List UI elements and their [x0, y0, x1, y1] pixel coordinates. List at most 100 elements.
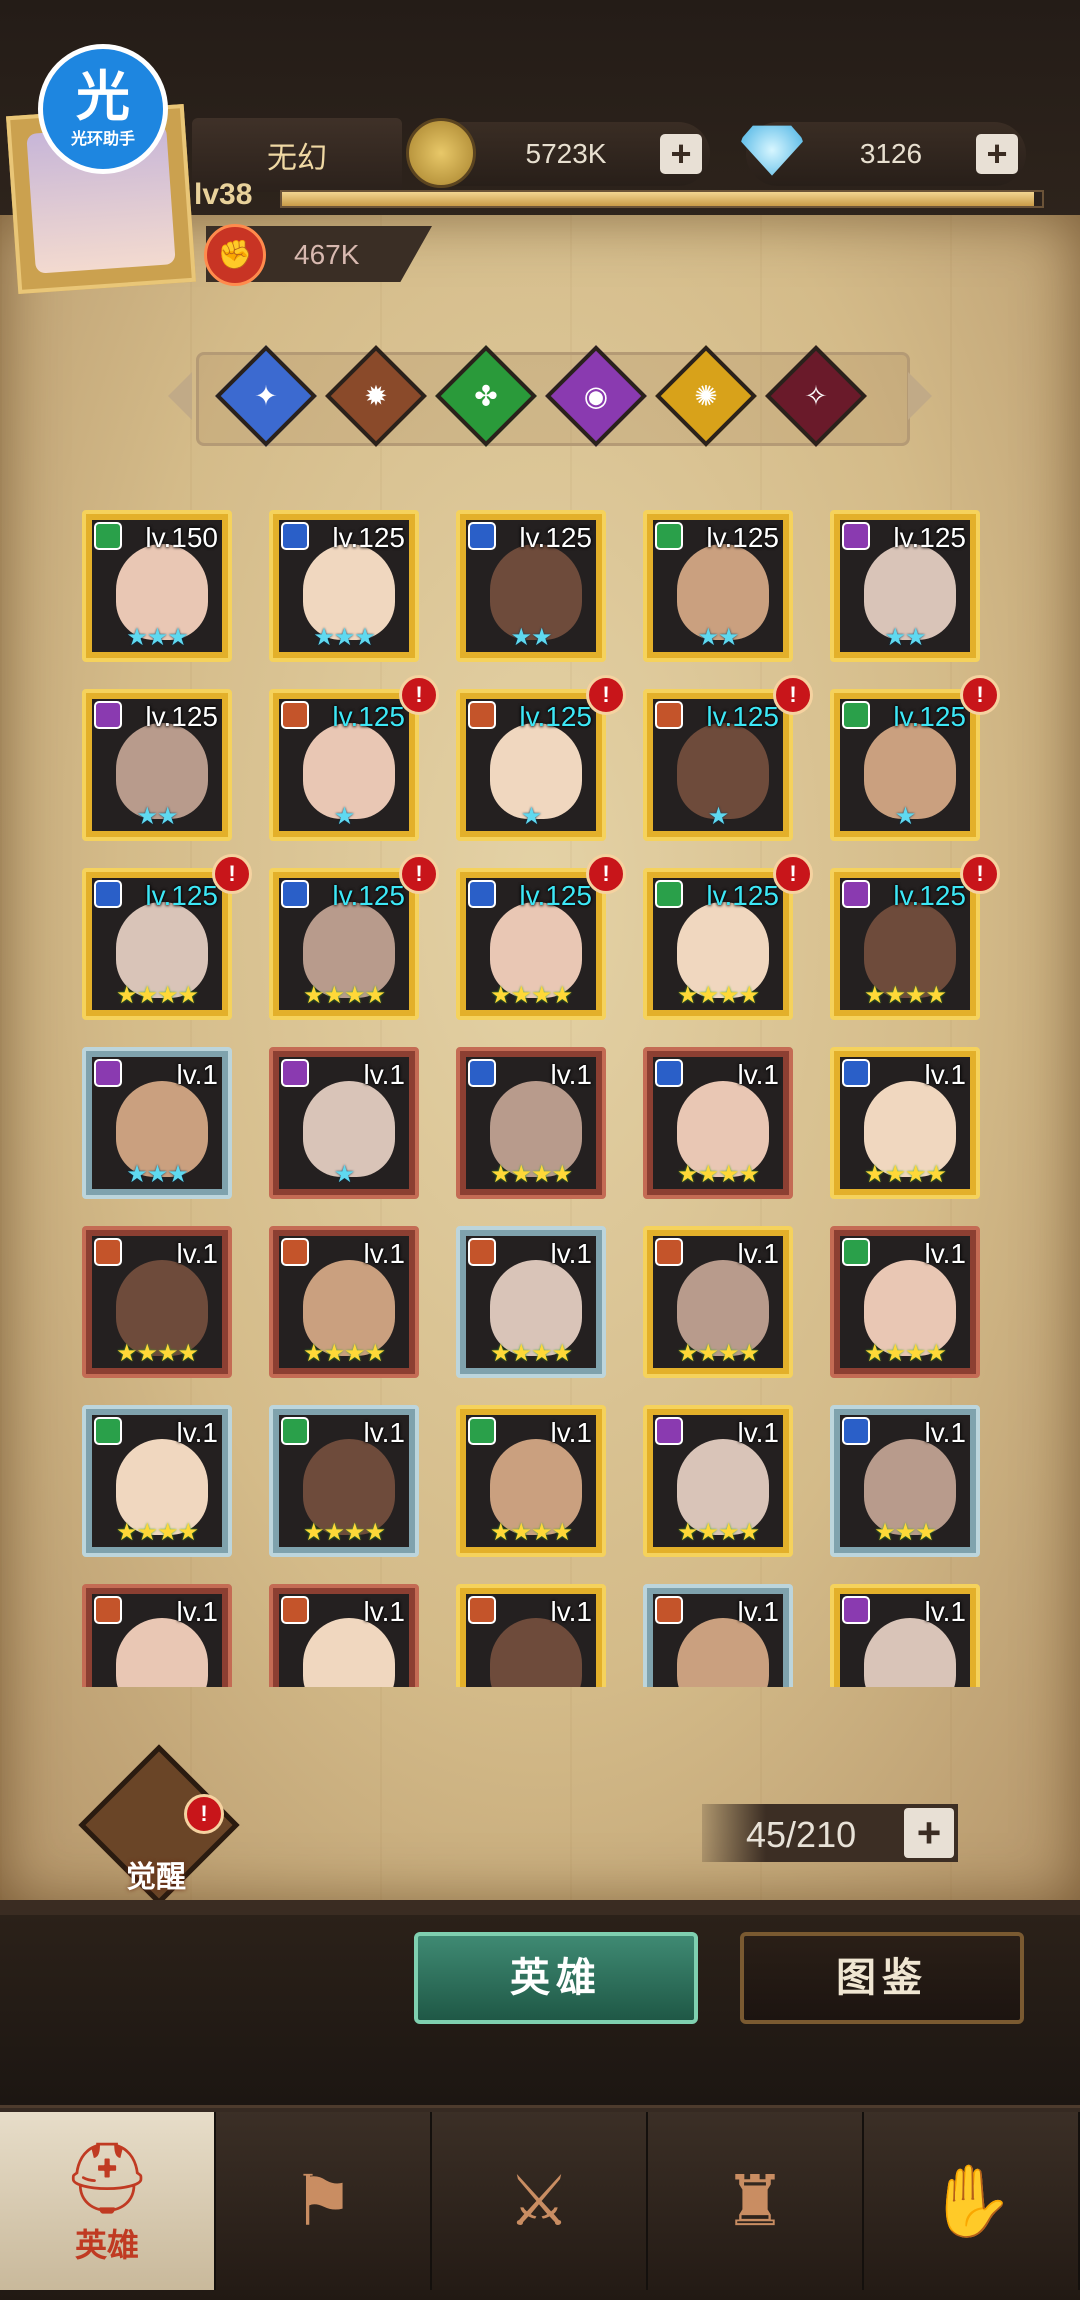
- hero-level: lv.1: [737, 1059, 780, 1090]
- hero-card[interactable]: lv.1 ★★★: [830, 1405, 980, 1557]
- hero-level: lv.125: [332, 522, 405, 553]
- faction-1-glyph: ✦: [254, 380, 278, 412]
- hero-card[interactable]: lv.125 ★: [456, 689, 606, 841]
- hero-card[interactable]: lv.1 ★★★★: [82, 1405, 232, 1557]
- hero-class-icon: [655, 1596, 683, 1624]
- hero-class-icon: [281, 522, 309, 550]
- hero-alert-badge: !: [399, 854, 439, 894]
- hero-card[interactable]: lv.1 ★★★★: [643, 1405, 793, 1557]
- hero-stars: ★★★★: [115, 982, 199, 1009]
- hero-class-icon: [842, 522, 870, 550]
- hero-card[interactable]: lv.1: [456, 1584, 606, 1687]
- hero-card[interactable]: lv.1 ★★★★: [643, 1226, 793, 1378]
- hero-card[interactable]: lv.1: [269, 1584, 419, 1687]
- hero-alert-badge: !: [399, 675, 439, 715]
- hero-card[interactable]: lv.125 ★★★★: [456, 868, 606, 1020]
- hero-card[interactable]: lv.125 ★★★★: [269, 868, 419, 1020]
- faction-4-glyph: ◉: [583, 380, 609, 412]
- hero-level: lv.125: [893, 880, 966, 911]
- hero-level: lv.1: [550, 1596, 593, 1627]
- hero-stars: ★★: [136, 803, 178, 830]
- hero-stars: ★★★: [126, 1161, 189, 1188]
- hero-card[interactable]: lv.125 ★: [643, 689, 793, 841]
- hero-class-icon: [281, 1238, 309, 1266]
- hero-alert-badge: !: [773, 854, 813, 894]
- fist-icon: ✊: [204, 224, 266, 286]
- hero-level: lv.1: [737, 1596, 780, 1627]
- hero-level: lv.1: [176, 1596, 219, 1627]
- hero-class-icon: [842, 1059, 870, 1087]
- hero-class-icon: [655, 701, 683, 729]
- add-diamond-button[interactable]: +: [976, 134, 1018, 174]
- hero-face: [864, 1618, 956, 1687]
- hero-stars: ★: [520, 803, 543, 830]
- hero-stars: ★★★★: [676, 1161, 760, 1188]
- hero-level: lv.1: [363, 1417, 406, 1448]
- hero-card[interactable]: lv.1 ★★★★: [456, 1405, 606, 1557]
- hero-card[interactable]: lv.125 ★★: [830, 510, 980, 662]
- nav-item-flag[interactable]: ⚑: [216, 2112, 433, 2290]
- hero-card[interactable]: lv.125 ★★: [643, 510, 793, 662]
- hero-level: lv.1: [176, 1059, 219, 1090]
- hero-level: lv.1: [924, 1417, 967, 1448]
- tab-heroes[interactable]: 英雄: [414, 1932, 698, 2024]
- tab-codex[interactable]: 图鉴: [740, 1932, 1024, 2024]
- hero-card[interactable]: lv.1: [82, 1584, 232, 1687]
- watermark-label: 光环助手: [70, 131, 135, 148]
- hero-card[interactable]: lv.125 ★★★★: [643, 868, 793, 1020]
- hero-level: lv.125: [706, 522, 779, 553]
- add-gold-button[interactable]: +: [660, 134, 702, 174]
- hero-card[interactable]: lv.1 ★★★★: [456, 1047, 606, 1199]
- hero-class-icon: [94, 1417, 122, 1445]
- hero-grid[interactable]: lv.150 ★★★ lv.125 ★★★ lv.125 ★★ lv.125 ★★ lv.125…: [0, 500, 1080, 1687]
- hero-card[interactable]: lv.125 ★★★★: [82, 868, 232, 1020]
- hero-card[interactable]: lv.1: [643, 1584, 793, 1687]
- hero-class-icon: [468, 1238, 496, 1266]
- hero-class-icon: [468, 522, 496, 550]
- hero-card[interactable]: lv.150 ★★★: [82, 510, 232, 662]
- hero-card[interactable]: lv.125 ★★: [82, 689, 232, 841]
- hero-stars: ★★★: [126, 624, 189, 651]
- watermark-logo: 光 光环助手: [38, 44, 168, 174]
- hero-alert-badge: !: [586, 854, 626, 894]
- hero-card[interactable]: lv.1 ★★★: [82, 1047, 232, 1199]
- hero-alert-badge: !: [212, 854, 252, 894]
- hero-level: lv.150: [145, 522, 218, 553]
- hero-card[interactable]: lv.125 ★★: [456, 510, 606, 662]
- hero-level: lv.1: [176, 1417, 219, 1448]
- helmet-icon: ⛑: [62, 2139, 152, 2217]
- watermark-glyph: 光: [76, 67, 130, 127]
- hero-card[interactable]: lv.125 ★★★: [269, 510, 419, 662]
- filter-right-arrow-icon[interactable]: [908, 372, 932, 420]
- hero-card[interactable]: lv.1 ★★★★: [830, 1047, 980, 1199]
- hero-stars: ★★: [510, 624, 552, 651]
- hero-card[interactable]: lv.1 ★★★★: [456, 1226, 606, 1378]
- hero-card[interactable]: lv.125 ★: [269, 689, 419, 841]
- hero-card[interactable]: lv.125 ★★★★: [830, 868, 980, 1020]
- power-value: 467K: [294, 239, 360, 270]
- hero-class-icon: [281, 1059, 309, 1087]
- nav-item-helmet[interactable]: ⛑ 英雄: [0, 2112, 217, 2290]
- hero-card[interactable]: lv.1: [830, 1584, 980, 1687]
- nav-item-castle[interactable]: ♜: [648, 2112, 865, 2290]
- hero-class-icon: [281, 1417, 309, 1445]
- hero-level: lv.1: [737, 1417, 780, 1448]
- awaken-label: 觉醒: [126, 1861, 186, 1894]
- hero-class-icon: [468, 880, 496, 908]
- expand-slots-button[interactable]: +: [904, 1808, 954, 1858]
- filter-left-arrow-icon[interactable]: [168, 372, 192, 420]
- hero-level: lv.125: [893, 701, 966, 732]
- hero-card[interactable]: lv.1 ★★★★: [830, 1226, 980, 1378]
- nav-item-crossed-swords[interactable]: ⚔: [432, 2112, 649, 2290]
- hero-card[interactable]: lv.1 ★★★★: [269, 1405, 419, 1557]
- hero-card[interactable]: lv.1 ★: [269, 1047, 419, 1199]
- nav-item-handshake-emblem[interactable]: ✋: [864, 2112, 1080, 2290]
- hero-class-icon: [655, 1059, 683, 1087]
- hero-level: lv.1: [176, 1238, 219, 1269]
- hero-card[interactable]: lv.1 ★★★★: [269, 1226, 419, 1378]
- hero-class-icon: [94, 522, 122, 550]
- hero-card[interactable]: lv.125 ★: [830, 689, 980, 841]
- hero-card[interactable]: lv.1 ★★★★: [82, 1226, 232, 1378]
- player-level: lv38: [194, 178, 253, 211]
- hero-card[interactable]: lv.1 ★★★★: [643, 1047, 793, 1199]
